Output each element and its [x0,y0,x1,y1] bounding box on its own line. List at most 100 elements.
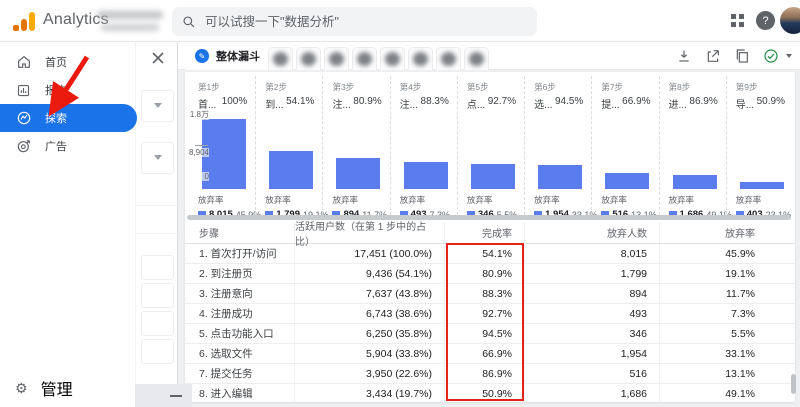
cell-abandonment-rate: 49.1% [660,384,795,402]
col-header-abandonments[interactable]: 放弃人数 [525,222,660,243]
funnel-step-column: 第6步 选... 94.5% 放弃率 1,954 [524,76,591,220]
reports-icon [15,82,32,99]
tab-overall-funnel[interactable]: ✎ 整体漏斗 [185,42,270,70]
table-row: 6. 选取文件 5,904 (33.8%) 66.9% 1,954 33.1% [185,344,795,364]
cell-abandonment-rate: 19.1% [660,264,795,283]
cell-abandonment-rate: 5.5% [660,324,795,343]
sidebar-item-home[interactable]: 首页 [0,48,135,76]
abandon-label: 放弃率 [198,194,255,206]
blurred-tab-label [329,52,344,66]
step-number: 第1步 [189,76,255,93]
blurred-tab[interactable] [296,47,321,70]
sidebar-item-explore[interactable]: 探索 [0,104,137,132]
table-row: 2. 到注册页 9,436 (54.1%) 80.9% 1,799 19.1% [185,264,795,284]
step-name: 点... [467,96,485,111]
help-icon[interactable]: ? [756,11,775,30]
funnel-bar[interactable] [605,173,649,189]
panel-field[interactable] [141,311,174,336]
y-axis-min-label: 0 [187,172,209,181]
panel-minimize-button[interactable] [134,384,192,407]
cell-abandonment-rate: 33.1% [660,344,795,363]
table-row: 7. 提交任务 3,950 (22.6%) 86.9% 516 13.1% [185,364,795,384]
pencil-icon: ✎ [195,49,209,63]
abandon-label: 放弃率 [601,194,658,206]
cell-abandonment-rate: 7.3% [660,304,795,323]
sidebar-item-reports[interactable]: 报告 [0,76,135,104]
step-name: 提... [601,96,619,111]
horizontal-scrollbar[interactable] [187,215,791,220]
step-completion-pct: 92.7% [488,96,516,111]
sidebar-item-label: 探索 [45,110,67,126]
funnel-bar[interactable] [269,151,313,189]
google-apps-grid-icon[interactable] [731,14,744,27]
funnel-bar[interactable] [740,182,784,189]
cell-abandonments: 8,015 [525,244,660,263]
blurred-tab[interactable] [436,47,461,70]
step-completion-pct: 80.9% [353,96,381,111]
saved-menu-caret-icon[interactable] [786,54,792,58]
vertical-scrollbar[interactable] [791,374,796,394]
panel-field[interactable] [141,283,174,308]
funnel-bar[interactable] [471,164,515,189]
analytics-logo-icon [13,11,35,31]
download-icon[interactable] [676,48,692,64]
export-icon[interactable] [705,48,721,64]
cell-step: 5. 点击功能入口 [185,324,295,343]
saved-check-icon[interactable] [763,48,779,64]
blurred-tab[interactable] [324,47,349,70]
global-search[interactable] [172,7,537,36]
step-completion-pct: 54.1% [286,96,314,111]
blurred-tab[interactable] [268,47,293,70]
col-header-active-users[interactable]: 活跃用户数（在第 1 步中的占比） [295,222,445,243]
funnel-step-column: 第8步 进... 86.9% 放弃率 1,686 [659,76,726,220]
cell-completion-rate: 50.9% [445,384,525,402]
funnel-bar[interactable] [336,158,380,189]
panel-field[interactable] [141,339,174,364]
close-icon[interactable] [150,50,166,66]
step-completion-pct: 66.9% [622,96,650,111]
funnel-step-column: 第3步 注... 80.9% 放弃率 894 [322,76,389,220]
blurred-tab[interactable] [464,47,489,70]
abandon-label: 放弃率 [265,194,322,206]
explore-icon [15,110,32,127]
funnel-card: 第1步 首... 100% 放弃率 8,015 [185,72,795,402]
blurred-tab[interactable] [408,47,433,70]
col-header-completion-rate[interactable]: 完成率 [445,222,525,243]
step-completion-pct: 94.5% [555,96,583,111]
col-header-abandonment-rate[interactable]: 放弃率 [660,222,795,243]
blurred-tab-label [273,52,288,66]
minimize-icon [170,395,182,397]
funnel-bar[interactable] [673,175,717,189]
blurred-tab-label [385,52,400,66]
sidebar-item-admin[interactable]: ⚙ 管理 [0,374,135,402]
funnel-step-column: 第4步 注... 88.3% 放弃率 493 [390,76,457,220]
step-number: 第2步 [256,76,322,93]
cell-step: 6. 选取文件 [185,344,295,363]
step-name: 导... [736,96,754,111]
blurred-tab-label [469,52,484,66]
avatar[interactable] [780,7,800,34]
y-axis-mid-tick [195,145,208,146]
funnel-step-column: 第7步 提... 66.9% 放弃率 516 [591,76,658,220]
sidebar-item-ads[interactable]: 广告 [0,132,135,160]
step-number: 第9步 [727,76,793,93]
funnel-step-column: 第9步 导... 50.9% 放弃率 403 [726,76,793,220]
search-input[interactable] [205,15,527,29]
funnel-bar[interactable] [538,165,582,189]
copy-icon[interactable] [734,48,750,64]
col-header-step[interactable]: 步骤 [185,222,295,243]
step-plot [525,117,591,189]
cell-abandonment-rate: 45.9% [660,244,795,263]
cell-step: 7. 提交任务 [185,364,295,383]
table-row: 3. 注册意向 7,637 (43.8%) 88.3% 894 11.7% [185,284,795,304]
blurred-tab[interactable] [352,47,377,70]
table-header-row: 步骤 活跃用户数（在第 1 步中的占比） 完成率 放弃人数 放弃率 [185,222,795,244]
cell-completion-rate: 54.1% [445,244,525,263]
analytics-app: Analytics ? 首页 报告 探索 广告 ⚙ 管理 [0,0,800,407]
blurred-tab-label [413,52,428,66]
blurred-tab[interactable] [380,47,405,70]
step-number: 第6步 [525,76,591,93]
abandon-label: 放弃率 [736,194,793,206]
funnel-bar[interactable] [404,162,448,189]
panel-field[interactable] [141,255,174,280]
